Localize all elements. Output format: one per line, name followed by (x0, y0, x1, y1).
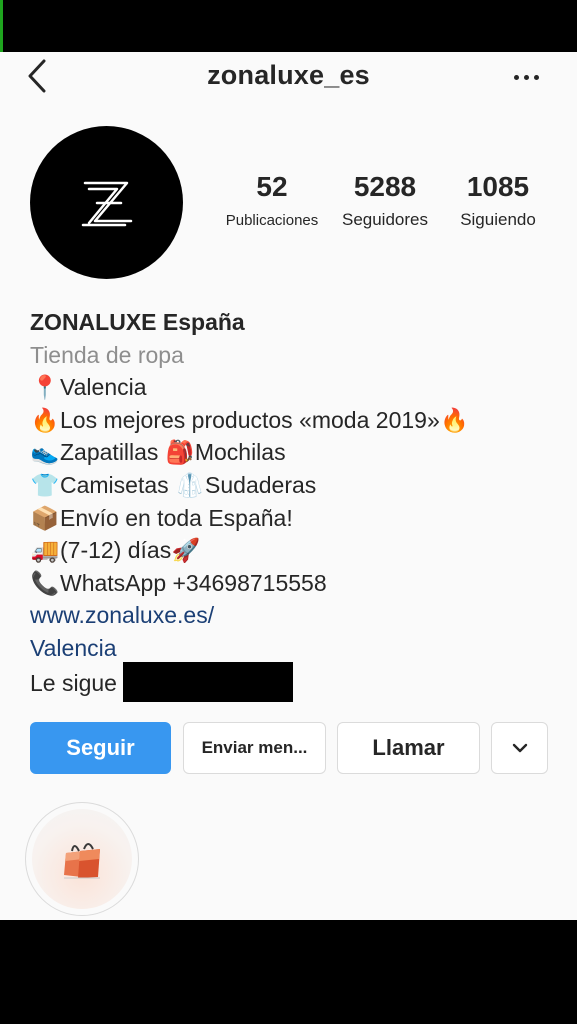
stat-followers[interactable]: 5288 Seguidores (332, 170, 438, 230)
coat-icon: 🥼 (175, 471, 205, 498)
stat-posts[interactable]: 52 Publicaciones (218, 170, 326, 229)
sneaker-icon: 👟 (30, 439, 60, 466)
bio-line-text: WhatsApp +34698715558 (60, 569, 327, 596)
profile-bio: ZONALUXE España Tienda de ropa 📍Valencia… (30, 306, 550, 705)
follow-button[interactable]: Seguir (30, 722, 171, 774)
following-count: 1085 (466, 171, 530, 202)
story-highlight-cover (32, 809, 132, 909)
shopping-bags-icon (64, 843, 100, 879)
bio-line-text: Mochilas (194, 439, 286, 466)
posts-count: 52 (256, 171, 288, 202)
bio-line-text: Sudaderas (205, 471, 317, 498)
bio-line-products: 🔥Los mejores productos «moda 2019»🔥 (30, 404, 550, 437)
profile-screen: zonaluxe_es 52 Publicaciones 5288 Seguid… (0, 52, 577, 920)
redacted-follower-names (122, 661, 293, 702)
bio-line-whatsapp: 📞WhatsApp +34698715558 (30, 567, 550, 600)
posts-label: Publicaciones (225, 212, 319, 229)
bio-line-text: Zapatillas (60, 439, 159, 466)
status-bar (0, 0, 577, 52)
bio-line-text: Valencia (60, 374, 147, 401)
bio-line-shipping: 📦Envío en toda España! (30, 502, 550, 535)
profile-header: zonaluxe_es (0, 52, 577, 102)
status-accent (0, 0, 3, 52)
truck-icon: 🚚 (30, 537, 60, 564)
pin-icon: 📍 (30, 374, 60, 401)
rocket-icon: 🚀 (171, 537, 201, 564)
bio-line-delivery: 🚚(7-12) días🚀 (30, 534, 550, 567)
backpack-icon: 🎒 (165, 439, 195, 466)
bio-line-text: Los mejores productos «moda 2019» (60, 406, 440, 433)
fire-icon: 🔥 (440, 406, 470, 433)
more-horizontal-icon (511, 74, 541, 80)
more-options-button[interactable] (504, 62, 548, 92)
call-button[interactable]: Llamar (337, 722, 480, 774)
following-label: Siguiendo (460, 210, 536, 229)
suggested-dropdown-button[interactable] (491, 722, 548, 774)
bio-line-location: 📍Valencia (30, 371, 550, 404)
zonaluxe-logo (81, 181, 132, 226)
location-link[interactable]: Valencia (30, 632, 550, 665)
bio-line-shoes-bags: 👟Zapatillas 🎒Mochilas (30, 436, 550, 469)
profile-avatar[interactable] (30, 126, 183, 279)
bio-line-text: Camisetas (60, 471, 169, 498)
stat-following[interactable]: 1085 Siguiendo (446, 170, 550, 230)
story-highlight[interactable] (25, 802, 139, 916)
followed-by-label: Le sigue (30, 669, 117, 696)
chevron-down-icon (512, 743, 527, 753)
profile-category: Tienda de ropa (30, 341, 184, 368)
followers-count: 5288 (353, 171, 417, 202)
bio-line-text: (7-12) días (60, 537, 172, 564)
profile-name: ZONALUXE España (30, 309, 245, 335)
tshirt-icon: 👕 (30, 471, 60, 498)
website-link[interactable]: www.zonaluxe.es/ (30, 599, 550, 632)
followed-by[interactable]: Le sigue (30, 661, 550, 705)
message-button[interactable]: Enviar men... (183, 722, 326, 774)
bio-line-shirts: 👕Camisetas 🥼Sudaderas (30, 469, 550, 502)
bio-line-text: Envío en toda España! (60, 504, 293, 531)
profile-username: zonaluxe_es (207, 60, 370, 90)
bottom-bar (0, 920, 577, 1024)
package-icon: 📦 (30, 504, 60, 531)
phone-icon: 📞 (30, 569, 60, 596)
fire-icon: 🔥 (30, 406, 60, 433)
followers-label: Seguidores (341, 210, 428, 229)
